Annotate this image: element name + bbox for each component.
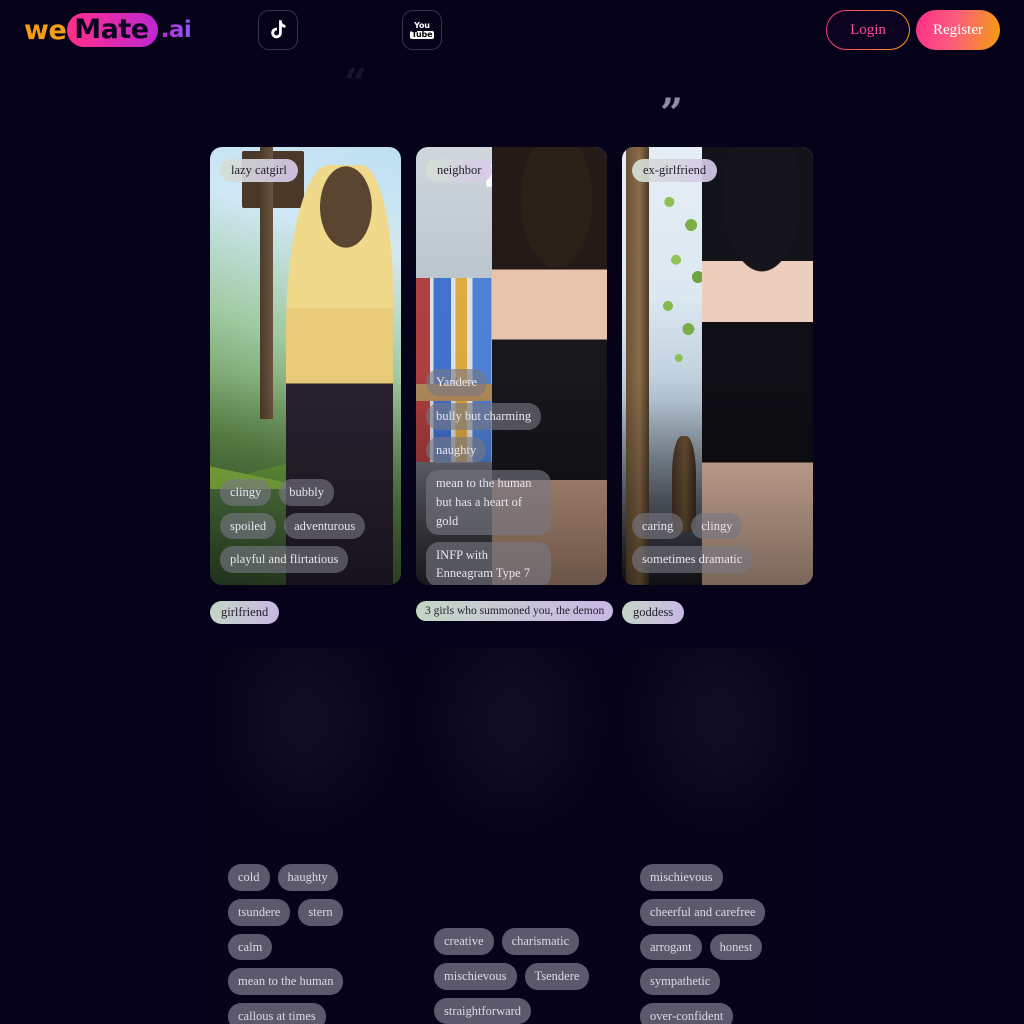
card-tag[interactable]: charismatic xyxy=(501,928,580,955)
login-button[interactable]: Login xyxy=(826,10,910,50)
character-card[interactable]: cold haughty tsundere stern calm mean to… xyxy=(210,648,401,1024)
card-category-badge[interactable]: ex-girlfriend xyxy=(632,159,718,182)
card-tag[interactable]: sometimes dramatic xyxy=(632,546,753,573)
card-tag[interactable]: honest xyxy=(709,933,763,961)
card-tag-list: clingy bubbly spoiled adventurous playfu… xyxy=(220,478,391,573)
card-tag[interactable]: naughty xyxy=(426,436,487,464)
character-card-grid: lazy catgirl clingy bubbly spoiled adven… xyxy=(210,147,815,585)
card-tag[interactable]: sympathetic xyxy=(640,968,721,995)
card-tag[interactable]: stern xyxy=(298,898,343,926)
card-category-badge[interactable]: lazy catgirl xyxy=(220,159,298,182)
card-tag[interactable]: Tsendere xyxy=(524,962,590,990)
card-subtitle-slot: 3 girls who summoned you, the demon xyxy=(416,601,614,624)
quote-open-icon: “ xyxy=(344,60,368,107)
card-tag[interactable]: mean to the human xyxy=(228,968,344,995)
card-tag[interactable]: over-confident xyxy=(640,1003,734,1024)
logo-text-we: we xyxy=(24,14,67,46)
card-tag[interactable]: calm xyxy=(228,933,273,961)
site-header: we Mate .ai You Tube Login Register xyxy=(0,0,1024,60)
card-tag-list: cold haughty tsundere stern calm mean to… xyxy=(228,864,391,1024)
card-tag[interactable]: mischievous xyxy=(434,962,517,990)
card-tag[interactable]: spoiled xyxy=(220,512,277,540)
character-card-grid-row2: cold haughty tsundere stern calm mean to… xyxy=(210,648,815,1024)
card-subtitle-slot: girlfriend xyxy=(210,601,401,624)
art-detail xyxy=(259,147,274,419)
card-tag[interactable]: caring xyxy=(632,512,684,540)
auth-buttons: Login Register xyxy=(826,10,1000,50)
register-button[interactable]: Register xyxy=(916,10,1000,50)
card-tag-list: caring clingy sometimes dramatic xyxy=(632,512,803,573)
card-relationship-badge[interactable]: girlfriend xyxy=(210,601,280,624)
card-tag[interactable]: clingy xyxy=(691,512,743,540)
card-tag[interactable]: haughty xyxy=(277,864,338,891)
card-tag[interactable]: arrogant xyxy=(640,933,702,961)
card-tag[interactable]: creative xyxy=(434,928,494,955)
youtube-label-you: You xyxy=(414,20,430,30)
character-card[interactable]: mischievous cheerful and carefree arroga… xyxy=(622,648,813,1024)
card-tag-list: creative charismatic mischievous Tsender… xyxy=(434,928,597,1024)
page-root: weMate.ai You Tube Login Register “ ” xyxy=(0,0,1024,1024)
youtube-label-tube: Tube xyxy=(409,29,435,39)
quote-close-icon: ” xyxy=(660,90,684,137)
card-tag[interactable]: INFP with Enneagram Type 7 xyxy=(426,541,551,585)
card-category-badge[interactable]: neighbor xyxy=(426,159,493,182)
card-tag[interactable]: Yandere xyxy=(426,369,488,396)
card-tag[interactable]: adventurous xyxy=(284,512,366,540)
character-card[interactable]: lazy catgirl clingy bubbly spoiled adven… xyxy=(210,147,401,585)
art-detail xyxy=(652,173,722,463)
card-tag[interactable]: playful and flirtatious xyxy=(220,546,349,573)
card-tag[interactable]: tsundere xyxy=(228,898,291,926)
card-tag-list: mischievous cheerful and carefree arroga… xyxy=(640,864,803,1024)
logo-text-mate: Mate xyxy=(67,13,158,47)
card-tag[interactable]: callous at times xyxy=(228,1003,326,1024)
youtube-icon[interactable]: You Tube xyxy=(402,10,442,50)
card-tag[interactable]: mischievous xyxy=(640,864,723,891)
character-card[interactable]: ex-girlfriend caring clingy sometimes dr… xyxy=(622,147,813,585)
card-subtitle-slot: goddess xyxy=(622,601,813,624)
card-tag[interactable]: straightforward xyxy=(434,997,532,1024)
card-relationship-badge[interactable]: 3 girls who summoned you, the demon xyxy=(416,601,614,621)
card-tag[interactable]: bubbly xyxy=(279,478,334,506)
youtube-glyph: You Tube xyxy=(409,20,435,39)
wemate-logo[interactable]: we Mate .ai xyxy=(24,12,192,48)
card-tag[interactable]: cold xyxy=(228,864,270,891)
card-relationship-badge[interactable]: goddess xyxy=(622,601,685,624)
card-tag[interactable]: cheerful and carefree xyxy=(640,898,766,926)
art-detail xyxy=(483,154,563,188)
card-tag[interactable]: mean to the human but has a heart of gol… xyxy=(426,470,551,535)
card-tag[interactable]: clingy xyxy=(220,478,272,506)
character-card[interactable]: neighbor Yandere bully but charming naug… xyxy=(416,147,607,585)
card-tag-list: Yandere bully but charming naughty mean … xyxy=(426,369,597,585)
logo-text-ai: .ai xyxy=(160,17,192,43)
card-tag[interactable]: bully but charming xyxy=(426,402,542,430)
character-card[interactable]: creative charismatic mischievous Tsender… xyxy=(416,648,607,1024)
tiktok-icon[interactable] xyxy=(258,10,298,50)
card-subtitle-row: girlfriend 3 girls who summoned you, the… xyxy=(210,601,815,624)
